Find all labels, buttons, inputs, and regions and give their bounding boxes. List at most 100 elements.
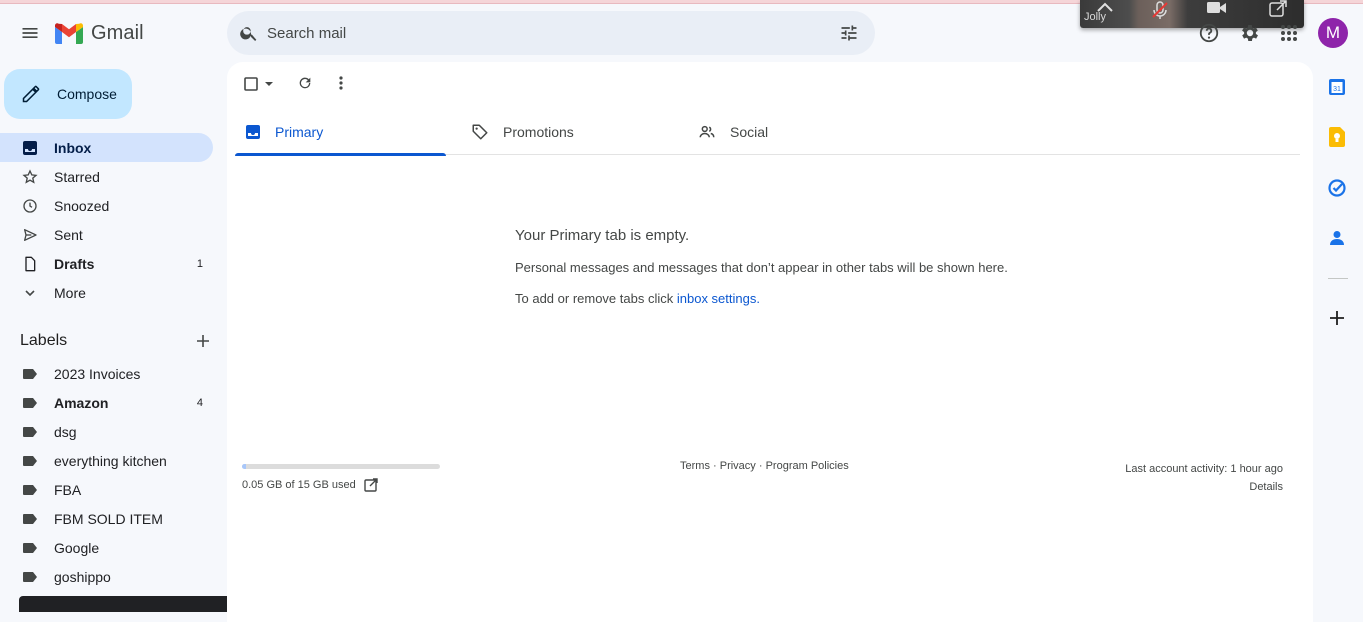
search-bar[interactable]	[227, 11, 875, 55]
nav-item-drafts[interactable]: Drafts 1	[0, 249, 213, 278]
nav-item-sent[interactable]: Sent	[0, 220, 213, 249]
side-panel-divider	[1328, 278, 1348, 279]
label-name: FBA	[54, 481, 82, 498]
inbox-settings-link[interactable]: inbox settings	[677, 291, 757, 306]
tag-icon	[472, 124, 488, 139]
gmail-m-icon	[55, 22, 83, 44]
keep-button[interactable]	[1326, 126, 1348, 148]
label-icon	[20, 422, 40, 442]
tab-label: Social	[730, 123, 769, 140]
storage-usage: 0.05 GB of 15 GB used	[242, 478, 378, 492]
keep-icon	[1329, 127, 1345, 147]
label-item[interactable]: FBA	[0, 475, 213, 504]
program-policies-link[interactable]: Program Policies	[766, 460, 849, 472]
open-storage-icon[interactable]	[364, 478, 378, 492]
clock-icon	[20, 196, 40, 216]
send-icon	[20, 225, 40, 245]
hamburger-menu-icon	[22, 28, 38, 38]
footer-separator: ·	[755, 460, 766, 472]
empty-state-title: Your Primary tab is empty.	[515, 227, 690, 244]
pencil-icon	[22, 85, 40, 103]
tasks-button[interactable]	[1326, 177, 1348, 199]
inbox-icon	[20, 138, 40, 158]
tab-social[interactable]: Social	[688, 108, 899, 155]
nav-item-inbox[interactable]: Inbox	[0, 133, 213, 162]
nav-item-starred[interactable]: Starred	[0, 162, 213, 191]
storage-usage-bar	[242, 464, 440, 469]
tab-primary[interactable]: Primary	[235, 108, 446, 156]
nav-label: More	[54, 284, 86, 301]
nav-label: Starred	[54, 168, 100, 185]
nav-label: Inbox	[54, 139, 92, 156]
labels-header: Labels	[20, 331, 210, 351]
contacts-button[interactable]	[1326, 227, 1348, 249]
refresh-button[interactable]	[293, 71, 317, 95]
nav-label: Snoozed	[54, 197, 110, 214]
plus-icon[interactable]	[196, 334, 210, 348]
settings-button[interactable]	[1237, 20, 1263, 46]
mail-toolbar	[227, 62, 427, 104]
mic-off-icon[interactable]	[1150, 0, 1170, 20]
inbox-tabs: Primary Promotions Social	[235, 108, 1300, 156]
get-addons-button[interactable]	[1326, 307, 1348, 329]
google-apps-button[interactable]	[1276, 20, 1302, 46]
label-icon	[20, 364, 40, 384]
tab-label: Promotions	[503, 123, 574, 140]
calendar-button[interactable]: 31	[1326, 76, 1348, 98]
last-activity-text: Last account activity: 1 hour ago	[1125, 463, 1283, 475]
compose-button[interactable]: Compose	[4, 69, 132, 119]
settings-hint-text: To add or remove tabs click	[515, 291, 677, 306]
video-call-overlay[interactable]: Jolly	[1080, 0, 1304, 28]
chevron-down-icon	[20, 283, 40, 303]
footer-separator: ·	[709, 460, 720, 472]
details-link[interactable]: Details	[1125, 478, 1283, 496]
gmail-logo[interactable]: Gmail	[55, 20, 144, 46]
caret-down-icon	[265, 82, 273, 86]
help-icon	[1199, 23, 1219, 43]
mailbox-nav: Inbox Starred Snoozed Sent Drafts 1 More	[0, 133, 220, 307]
refresh-icon	[299, 77, 311, 89]
storage-usage-fill	[242, 464, 246, 469]
nav-item-snoozed[interactable]: Snoozed	[0, 191, 213, 220]
select-all-checkbox[interactable]	[241, 72, 277, 96]
label-icon	[20, 509, 40, 529]
empty-state: Your Primary tab is empty. Personal mess…	[515, 227, 1008, 306]
privacy-link[interactable]: Privacy	[720, 460, 756, 472]
tab-promotions[interactable]: Promotions	[461, 108, 672, 155]
tasks-icon	[1328, 179, 1346, 197]
chevron-up-icon[interactable]	[1096, 0, 1114, 14]
draft-icon	[20, 254, 40, 274]
search-options-button[interactable]	[835, 19, 863, 47]
label-item[interactable]: FBM SOLD ITEM	[0, 504, 213, 533]
settings-hint-period: .	[756, 291, 760, 306]
label-item[interactable]: Google	[0, 533, 213, 562]
label-item[interactable]: 2023 Invoices	[0, 359, 213, 388]
search-icon[interactable]	[239, 23, 259, 43]
label-name: FBM SOLD ITEM	[54, 510, 163, 527]
open-external-icon[interactable]	[1268, 0, 1288, 18]
gear-icon	[1242, 25, 1258, 41]
label-item[interactable]: goshippo	[0, 562, 213, 591]
gmail-wordmark: Gmail	[91, 21, 144, 44]
more-options-button[interactable]	[329, 71, 353, 95]
inbox-tab-icon	[246, 124, 260, 139]
label-name: everything kitchen	[54, 452, 167, 469]
main-menu-button[interactable]	[10, 13, 50, 53]
label-name: goshippo	[54, 568, 111, 585]
label-item[interactable]: Amazon 4	[0, 388, 213, 417]
label-item[interactable]: everything kitchen	[0, 446, 213, 475]
label-name: Amazon	[54, 394, 109, 411]
search-input[interactable]	[267, 11, 827, 55]
label-name: 2023 Invoices	[54, 365, 141, 382]
label-name: Google	[54, 539, 100, 556]
nav-label: Drafts	[54, 255, 95, 272]
camera-icon[interactable]	[1206, 0, 1228, 16]
label-item[interactable]: dsg	[0, 417, 213, 446]
terms-link[interactable]: Terms	[680, 460, 710, 472]
help-button[interactable]	[1196, 20, 1222, 46]
account-avatar[interactable]: M	[1318, 18, 1348, 48]
nav-item-more[interactable]: More	[0, 278, 213, 307]
account-activity: Last account activity: 1 hour ago Detail…	[1125, 460, 1283, 496]
more-vert-icon	[339, 76, 343, 90]
label-icon	[20, 480, 40, 500]
